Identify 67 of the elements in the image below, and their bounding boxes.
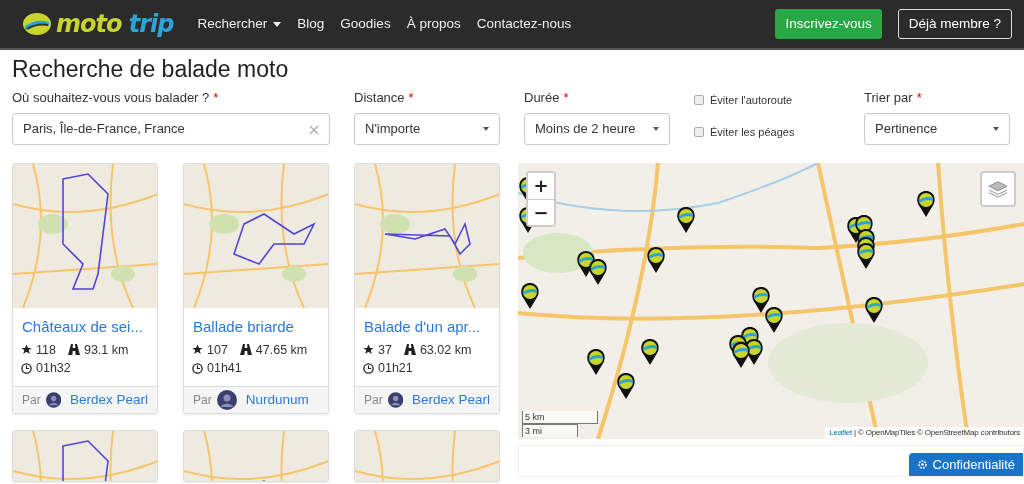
author-link[interactable]: Berdex Pearl bbox=[411, 389, 490, 411]
field-label: Durée bbox=[524, 88, 560, 107]
route-distance: 63.02 km bbox=[419, 341, 472, 359]
checkbox[interactable] bbox=[694, 94, 704, 105]
route-distance: 93.1 km bbox=[83, 341, 129, 359]
route-duration: 01h41 bbox=[207, 360, 242, 378]
checkbox-label: Éviter l'autoroute bbox=[710, 92, 793, 108]
author-link[interactable]: Berdex Pearl bbox=[69, 389, 148, 411]
by-label: Par bbox=[193, 392, 212, 410]
avatar-icon bbox=[45, 390, 61, 411]
field-label: Trier par bbox=[864, 88, 913, 107]
avatar-icon bbox=[216, 390, 237, 411]
map-attribution: | © OpenMapTiles © OpenStreetMap contributors bbox=[853, 428, 1020, 438]
layers-button[interactable] bbox=[980, 171, 1016, 208]
route-title-link[interactable]: Balade d'un apr... bbox=[355, 308, 499, 341]
nav-link[interactable]: Contactez-nous bbox=[476, 13, 572, 35]
required-mark: * bbox=[408, 88, 414, 107]
route-title-link[interactable]: Châteaux de sei... bbox=[13, 308, 157, 341]
duration-select[interactable]: Moins de 2 heure bbox=[524, 113, 670, 146]
likes-count: 37 bbox=[378, 341, 392, 359]
road-icon bbox=[403, 344, 416, 356]
nav-link[interactable]: Rechercher bbox=[197, 13, 282, 35]
brand-logo[interactable]: moto trip bbox=[22, 10, 174, 38]
page-title: Recherche de balade moto bbox=[12, 56, 290, 84]
checkbox-label: Éviter les péages bbox=[710, 125, 795, 141]
clear-icon bbox=[309, 124, 319, 135]
scale-imperial: 3 mi bbox=[522, 424, 578, 438]
nav-link[interactable]: Blog bbox=[297, 13, 325, 35]
route-duration: 01h32 bbox=[36, 360, 71, 378]
avatar-icon bbox=[387, 390, 403, 411]
required-mark: * bbox=[213, 88, 219, 107]
field-label: Distance bbox=[354, 88, 405, 107]
checkbox[interactable] bbox=[694, 127, 704, 138]
route-card[interactable]: Ballade briarde 107 47.65 km 01h41 Par Nurdunum bbox=[183, 163, 329, 415]
star-icon bbox=[21, 344, 32, 356]
nav-link[interactable]: Goodies bbox=[340, 13, 391, 35]
star-icon bbox=[363, 344, 374, 356]
nav-link[interactable]: À propos bbox=[406, 13, 461, 35]
distance-select[interactable]: N'importe bbox=[354, 113, 500, 146]
road-icon bbox=[239, 344, 252, 356]
required-mark: * bbox=[916, 88, 922, 107]
route-duration: 01h21 bbox=[378, 360, 413, 378]
layers-icon bbox=[988, 179, 1008, 200]
privacy-button[interactable]: Confidentialité bbox=[908, 452, 1023, 477]
by-label: Par bbox=[364, 392, 383, 410]
login-button[interactable]: Déjà membre ? bbox=[897, 8, 1012, 40]
scale-metric: 5 km bbox=[522, 411, 598, 425]
route-card[interactable]: Châteaux de sei... 118 93.1 km 01h32 Par Berdex Pearl bbox=[12, 163, 158, 415]
clock-icon bbox=[192, 363, 203, 375]
location-field[interactable]: Paris, Île-de-France, France bbox=[12, 113, 330, 146]
clock-icon bbox=[363, 363, 374, 375]
by-label: Par bbox=[22, 392, 41, 410]
leaflet-link[interactable]: Leaflet bbox=[829, 428, 852, 438]
star-icon bbox=[192, 344, 203, 356]
field-label: Où souhaitez-vous vous balader ? bbox=[12, 88, 210, 107]
road-icon bbox=[67, 344, 80, 356]
required-mark: * bbox=[563, 88, 569, 107]
route-card[interactable]: Balade d'un apr... 37 63.02 km 01h21 Par Berdex Pearl bbox=[354, 163, 500, 415]
settings-icon bbox=[916, 458, 928, 470]
zoom-out-button[interactable]: − bbox=[528, 199, 554, 226]
route-distance: 47.65 km bbox=[255, 341, 308, 359]
route-title-link[interactable]: Ballade briarde bbox=[184, 308, 328, 341]
sort-select[interactable]: Pertinence bbox=[864, 113, 1010, 146]
clock-icon bbox=[21, 363, 32, 375]
likes-count: 107 bbox=[207, 341, 228, 359]
likes-count: 118 bbox=[36, 341, 56, 359]
author-link[interactable]: Nurdunum bbox=[245, 389, 309, 411]
